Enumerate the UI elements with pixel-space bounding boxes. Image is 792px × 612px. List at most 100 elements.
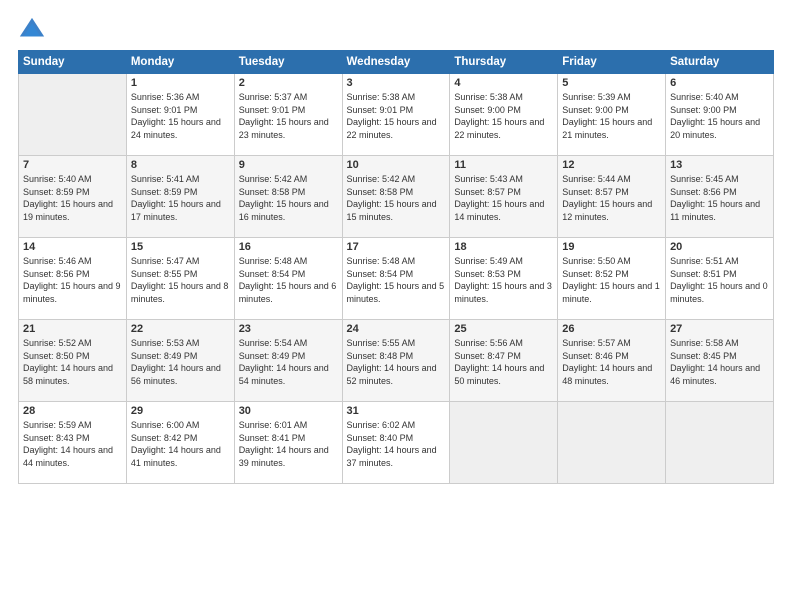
page: SundayMondayTuesdayWednesdayThursdayFrid…: [0, 0, 792, 612]
day-info: Sunrise: 5:48 AM Sunset: 8:54 PM Dayligh…: [347, 255, 446, 305]
day-info: Sunrise: 6:02 AM Sunset: 8:40 PM Dayligh…: [347, 419, 446, 469]
day-info: Sunrise: 5:36 AM Sunset: 9:01 PM Dayligh…: [131, 91, 230, 141]
day-number: 16: [239, 241, 338, 253]
day-number: 12: [562, 159, 661, 171]
day-number: 24: [347, 323, 446, 335]
day-number: 3: [347, 77, 446, 89]
day-number: 6: [670, 77, 769, 89]
calendar-cell: 5 Sunrise: 5:39 AM Sunset: 9:00 PM Daylig…: [558, 74, 666, 156]
calendar-table: SundayMondayTuesdayWednesdayThursdayFrid…: [18, 50, 774, 484]
day-number: 1: [131, 77, 230, 89]
calendar-cell: 14 Sunrise: 5:46 AM Sunset: 8:56 PM Dayli…: [19, 238, 127, 320]
day-info: Sunrise: 5:40 AM Sunset: 9:00 PM Dayligh…: [670, 91, 769, 141]
day-number: 5: [562, 77, 661, 89]
day-info: Sunrise: 5:46 AM Sunset: 8:56 PM Dayligh…: [23, 255, 122, 305]
day-header-monday: Monday: [126, 51, 234, 74]
day-number: 21: [23, 323, 122, 335]
calendar-cell: 26 Sunrise: 5:57 AM Sunset: 8:46 PM Dayli…: [558, 320, 666, 402]
header: [18, 16, 774, 44]
week-row-4: 21 Sunrise: 5:52 AM Sunset: 8:50 PM Dayli…: [19, 320, 774, 402]
day-info: Sunrise: 5:43 AM Sunset: 8:57 PM Dayligh…: [454, 173, 553, 223]
day-info: Sunrise: 5:42 AM Sunset: 8:58 PM Dayligh…: [347, 173, 446, 223]
calendar-cell: 31Sunrise: 6:02 AM Sunset: 8:40 PM Dayli…: [342, 402, 450, 484]
calendar-cell: 21 Sunrise: 5:52 AM Sunset: 8:50 PM Dayli…: [19, 320, 127, 402]
calendar-cell: 28 Sunrise: 5:59 AM Sunset: 8:43 PM Dayli…: [19, 402, 127, 484]
calendar-cell: 13 Sunrise: 5:45 AM Sunset: 8:56 PM Dayli…: [666, 156, 774, 238]
day-number: 4: [454, 77, 553, 89]
day-info: Sunrise: 5:47 AM Sunset: 8:55 PM Dayligh…: [131, 255, 230, 305]
day-info: Sunrise: 5:49 AM Sunset: 8:53 PM Dayligh…: [454, 255, 553, 305]
calendar-cell: 15 Sunrise: 5:47 AM Sunset: 8:55 PM Dayli…: [126, 238, 234, 320]
day-number: 29: [131, 405, 230, 417]
calendar-cell: 3 Sunrise: 5:38 AM Sunset: 9:01 PM Daylig…: [342, 74, 450, 156]
calendar-cell: 9Sunrise: 5:42 AM Sunset: 8:58 PM Daylig…: [234, 156, 342, 238]
day-number: 20: [670, 241, 769, 253]
day-info: Sunrise: 6:01 AM Sunset: 8:41 PM Dayligh…: [239, 419, 338, 469]
day-header-friday: Friday: [558, 51, 666, 74]
calendar-cell: 2 Sunrise: 5:37 AM Sunset: 9:01 PM Daylig…: [234, 74, 342, 156]
calendar-cell: [666, 402, 774, 484]
day-info: Sunrise: 5:37 AM Sunset: 9:01 PM Dayligh…: [239, 91, 338, 141]
calendar-cell: [558, 402, 666, 484]
day-number: 11: [454, 159, 553, 171]
day-info: Sunrise: 5:53 AM Sunset: 8:49 PM Dayligh…: [131, 337, 230, 387]
calendar-cell: 24 Sunrise: 5:55 AM Sunset: 8:48 PM Dayli…: [342, 320, 450, 402]
day-number: 27: [670, 323, 769, 335]
calendar-cell: 20 Sunrise: 5:51 AM Sunset: 8:51 PM Dayli…: [666, 238, 774, 320]
calendar-cell: 25 Sunrise: 5:56 AM Sunset: 8:47 PM Dayli…: [450, 320, 558, 402]
day-number: 18: [454, 241, 553, 253]
day-header-sunday: Sunday: [19, 51, 127, 74]
week-row-1: 1 Sunrise: 5:36 AM Sunset: 9:01 PM Daylig…: [19, 74, 774, 156]
day-number: 23: [239, 323, 338, 335]
day-number: 14: [23, 241, 122, 253]
day-number: 17: [347, 241, 446, 253]
day-info: Sunrise: 5:48 AM Sunset: 8:54 PM Dayligh…: [239, 255, 338, 305]
day-header-wednesday: Wednesday: [342, 51, 450, 74]
day-number: 22: [131, 323, 230, 335]
week-row-5: 28 Sunrise: 5:59 AM Sunset: 8:43 PM Dayli…: [19, 402, 774, 484]
logo: [18, 16, 50, 44]
calendar-cell: 10 Sunrise: 5:42 AM Sunset: 8:58 PM Dayli…: [342, 156, 450, 238]
day-info: Sunrise: 5:59 AM Sunset: 8:43 PM Dayligh…: [23, 419, 122, 469]
day-number: 30: [239, 405, 338, 417]
calendar-cell: 8 Sunrise: 5:41 AM Sunset: 8:59 PM Daylig…: [126, 156, 234, 238]
calendar-cell: 18 Sunrise: 5:49 AM Sunset: 8:53 PM Dayli…: [450, 238, 558, 320]
day-info: Sunrise: 5:55 AM Sunset: 8:48 PM Dayligh…: [347, 337, 446, 387]
day-info: Sunrise: 5:39 AM Sunset: 9:00 PM Dayligh…: [562, 91, 661, 141]
calendar-cell: 30 Sunrise: 6:01 AM Sunset: 8:41 PM Dayli…: [234, 402, 342, 484]
day-info: Sunrise: 5:54 AM Sunset: 8:49 PM Dayligh…: [239, 337, 338, 387]
day-info: Sunrise: 5:45 AM Sunset: 8:56 PM Dayligh…: [670, 173, 769, 223]
day-number: 15: [131, 241, 230, 253]
day-number: 7: [23, 159, 122, 171]
day-number: 10: [347, 159, 446, 171]
day-number: 2: [239, 77, 338, 89]
calendar-cell: 16 Sunrise: 5:48 AM Sunset: 8:54 PM Dayli…: [234, 238, 342, 320]
calendar-cell: 23 Sunrise: 5:54 AM Sunset: 8:49 PM Dayli…: [234, 320, 342, 402]
day-header-saturday: Saturday: [666, 51, 774, 74]
day-info: Sunrise: 5:51 AM Sunset: 8:51 PM Dayligh…: [670, 255, 769, 305]
day-info: Sunrise: 5:52 AM Sunset: 8:50 PM Dayligh…: [23, 337, 122, 387]
day-number: 13: [670, 159, 769, 171]
day-info: Sunrise: 5:38 AM Sunset: 9:00 PM Dayligh…: [454, 91, 553, 141]
calendar-cell: 27Sunrise: 5:58 AM Sunset: 8:45 PM Dayli…: [666, 320, 774, 402]
week-row-2: 7Sunrise: 5:40 AM Sunset: 8:59 PM Daylig…: [19, 156, 774, 238]
week-row-3: 14 Sunrise: 5:46 AM Sunset: 8:56 PM Dayli…: [19, 238, 774, 320]
calendar-cell: 1 Sunrise: 5:36 AM Sunset: 9:01 PM Daylig…: [126, 74, 234, 156]
day-number: 26: [562, 323, 661, 335]
day-number: 28: [23, 405, 122, 417]
day-number: 25: [454, 323, 553, 335]
calendar-cell: 17 Sunrise: 5:48 AM Sunset: 8:54 PM Dayli…: [342, 238, 450, 320]
calendar-cell: 12Sunrise: 5:44 AM Sunset: 8:57 PM Dayli…: [558, 156, 666, 238]
day-number: 8: [131, 159, 230, 171]
day-info: Sunrise: 5:38 AM Sunset: 9:01 PM Dayligh…: [347, 91, 446, 141]
logo-icon: [18, 16, 46, 44]
day-info: Sunrise: 5:56 AM Sunset: 8:47 PM Dayligh…: [454, 337, 553, 387]
day-info: Sunrise: 5:57 AM Sunset: 8:46 PM Dayligh…: [562, 337, 661, 387]
calendar-cell: [19, 74, 127, 156]
day-info: Sunrise: 5:50 AM Sunset: 8:52 PM Dayligh…: [562, 255, 661, 305]
calendar-cell: 6 Sunrise: 5:40 AM Sunset: 9:00 PM Daylig…: [666, 74, 774, 156]
calendar-cell: 22 Sunrise: 5:53 AM Sunset: 8:49 PM Dayli…: [126, 320, 234, 402]
day-info: Sunrise: 5:41 AM Sunset: 8:59 PM Dayligh…: [131, 173, 230, 223]
day-number: 19: [562, 241, 661, 253]
calendar-cell: 19 Sunrise: 5:50 AM Sunset: 8:52 PM Dayli…: [558, 238, 666, 320]
